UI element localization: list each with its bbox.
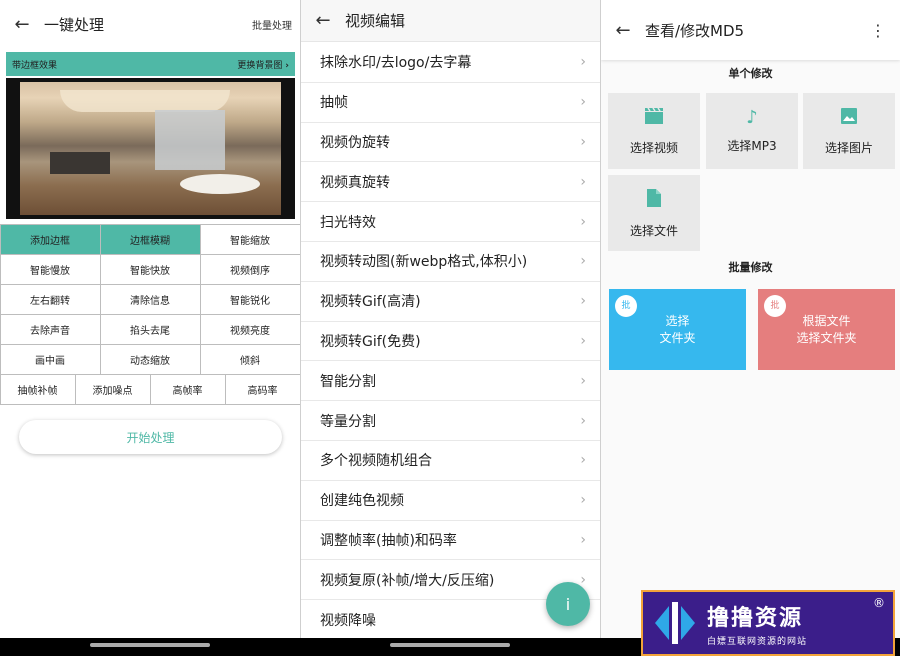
effect-button[interactable]: 添加边框: [0, 223, 101, 255]
back-arrow-icon[interactable]: ←: [0, 14, 44, 35]
chevron-right-icon: ›: [580, 531, 586, 548]
watermark: 撸撸资源 白嫖互联网资源的网站 ®: [641, 590, 895, 656]
effect-button[interactable]: 高帧率: [149, 373, 226, 405]
list-item[interactable]: 调整帧率(抽帧)和码率 ›: [301, 521, 600, 561]
chevron-right-icon: ›: [580, 253, 586, 270]
select-folder-button[interactable]: 批 选择 文件夹: [609, 289, 746, 370]
effect-button[interactable]: 边框模糊: [99, 223, 201, 255]
image-icon: [840, 107, 858, 129]
list-item[interactable]: 扫光特效 ›: [301, 202, 600, 242]
tile-label: 选择MP3: [727, 138, 777, 153]
chevron-right-icon: ›: [580, 94, 586, 111]
list-item[interactable]: 视频转Gif(高清) ›: [301, 282, 600, 322]
video-preview: [6, 78, 295, 219]
app-bar: ← 查看/修改MD5 ⋮: [601, 0, 900, 60]
start-process-button[interactable]: 开始处理: [19, 420, 282, 454]
back-arrow-icon[interactable]: ←: [601, 20, 645, 41]
page-title: 视频编辑: [345, 12, 406, 30]
info-fab-button[interactable]: i: [546, 582, 590, 626]
app-bar: ← 视频编辑: [301, 0, 600, 42]
chevron-right-icon: ›: [285, 60, 289, 71]
chevron-right-icon: ›: [580, 571, 586, 588]
home-indicator[interactable]: [390, 643, 510, 647]
watermark-subtitle: 白嫖互联网资源的网站: [707, 636, 808, 647]
effect-button[interactable]: 左右翻转: [0, 283, 101, 315]
list-item[interactable]: 抽帧 ›: [301, 83, 600, 123]
list-item[interactable]: 视频伪旋转 ›: [301, 123, 600, 163]
chevron-right-icon: ›: [580, 173, 586, 190]
chevron-right-icon: ›: [580, 372, 586, 389]
effect-button[interactable]: 智能锐化: [199, 283, 300, 315]
one-click-panel: ← 一键处理 批量处理 带边框效果 更换背景图 › 添加边框 边框模糊 智能缩放…: [0, 0, 300, 656]
tile-label: 选择图片: [824, 140, 873, 155]
select-mp3-tile[interactable]: ♪ 选择MP3: [706, 93, 798, 169]
list-item[interactable]: 等量分割 ›: [301, 401, 600, 441]
home-indicator[interactable]: [90, 643, 210, 647]
md5-panel: ← 查看/修改MD5 ⋮ 单个修改 选择视频 ♪ 选择MP3 选择图片 选择文件…: [601, 0, 900, 656]
chevron-right-icon: ›: [580, 452, 586, 469]
app-bar: ← 一键处理 批量处理: [0, 0, 300, 48]
batch-badge: 批: [615, 295, 637, 317]
video-edit-panel: ← 视频编辑 抹除水印/去logo/去字幕 › 抽帧 › 视频伪旋转 › 视频真旋转 ›…: [301, 0, 600, 656]
select-image-tile[interactable]: 选择图片: [803, 93, 895, 169]
watermark-logo-icon: [643, 595, 707, 651]
more-menu-icon[interactable]: ⋮: [870, 21, 886, 40]
list-item[interactable]: 视频真旋转 ›: [301, 162, 600, 203]
clapperboard-icon: [644, 107, 664, 129]
chevron-right-icon: ›: [580, 492, 586, 509]
single-section-header: 单个修改: [728, 67, 773, 80]
effect-button[interactable]: 智能缩放: [199, 223, 300, 255]
batch-badge: 批: [764, 295, 786, 317]
list-item[interactable]: 抹除水印/去logo/去字幕 ›: [301, 43, 600, 83]
effect-button[interactable]: 掐头去尾: [99, 313, 201, 345]
registered-mark: ®: [873, 596, 885, 610]
chevron-right-icon: ›: [580, 332, 586, 349]
chevron-right-icon: ›: [580, 412, 586, 429]
chevron-right-icon: ›: [580, 213, 586, 230]
effect-button[interactable]: 去除声音: [0, 313, 101, 345]
tile-label: 选择文件: [629, 223, 678, 238]
select-folder-by-file-button[interactable]: 批 根据文件 选择文件夹: [758, 289, 895, 370]
page-title: 查看/修改MD5: [645, 21, 745, 40]
list-item[interactable]: 智能分割 ›: [301, 361, 600, 402]
change-background-button[interactable]: 更换背景图 ›: [237, 58, 289, 71]
music-note-icon: ♪: [746, 106, 758, 128]
effect-button[interactable]: 画中画: [0, 343, 101, 375]
page-title: 一键处理: [44, 15, 105, 34]
border-effect-banner[interactable]: 带边框效果 更换背景图 ›: [6, 52, 295, 76]
effect-button[interactable]: 动态缩放: [99, 343, 201, 375]
effect-button[interactable]: 智能慢放: [0, 253, 101, 285]
banner-label: 带边框效果: [12, 60, 58, 71]
effect-button[interactable]: 视频亮度: [199, 313, 300, 345]
effect-button[interactable]: 抽帧补帧: [0, 373, 76, 405]
list-item[interactable]: 视频转Gif(免费) ›: [301, 322, 600, 362]
list-item[interactable]: 创建纯色视频 ›: [301, 481, 600, 521]
list-item[interactable]: 多个视频随机组合 ›: [301, 441, 600, 481]
batch-process-button[interactable]: 批量处理: [252, 17, 292, 32]
watermark-title: 撸撸资源: [707, 605, 804, 631]
chevron-right-icon: ›: [580, 293, 586, 310]
chevron-right-icon: ›: [580, 54, 586, 71]
list-item[interactable]: 视频转动图(新webp格式,体积小) ›: [301, 242, 600, 282]
batch-section-header: 批量修改: [728, 261, 773, 274]
feature-list: 抹除水印/去logo/去字幕 › 抽帧 › 视频伪旋转 › 视频真旋转 › 扫光特效 › …: [301, 43, 600, 640]
effect-button[interactable]: 视频倒序: [199, 253, 300, 285]
select-file-tile[interactable]: 选择文件: [608, 175, 700, 251]
tile-label: 选择视频: [629, 140, 678, 155]
back-arrow-icon[interactable]: ←: [301, 10, 345, 31]
chevron-right-icon: ›: [580, 133, 586, 150]
select-video-tile[interactable]: 选择视频: [608, 93, 700, 169]
effect-grid: 添加边框 边框模糊 智能缩放 智能慢放 智能快放 视频倒序 左右翻转 清除信息 …: [0, 223, 300, 405]
file-icon: [646, 188, 662, 212]
preview-image: [20, 82, 281, 215]
effect-button[interactable]: 清除信息: [99, 283, 201, 315]
effect-button[interactable]: 高码率: [224, 373, 300, 405]
effect-button[interactable]: 智能快放: [99, 253, 201, 285]
effect-button[interactable]: 倾斜: [199, 343, 300, 375]
effect-button[interactable]: 添加噪点: [74, 373, 151, 405]
